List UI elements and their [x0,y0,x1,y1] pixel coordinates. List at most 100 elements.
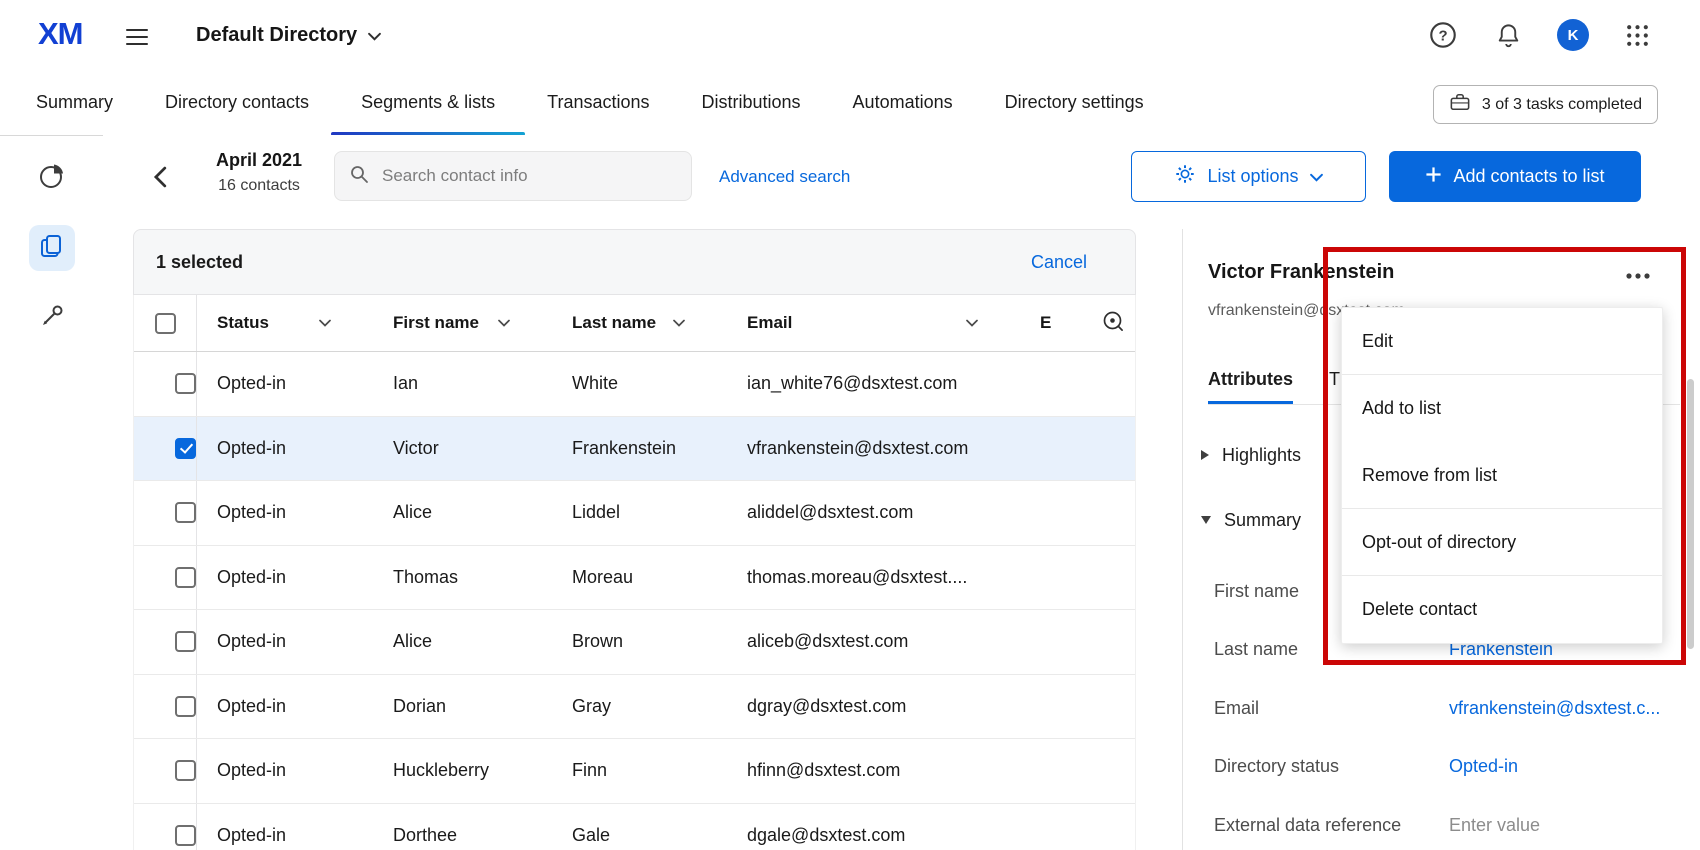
first-name-cell: Thomas [373,546,552,610]
help-icon[interactable]: ? [1427,19,1459,51]
status-cell: Opted-in [197,804,373,850]
table-row[interactable]: Opted-in Thomas Moreau thomas.moreau@dsx… [134,546,1135,611]
status-cell: Opted-in [197,610,373,674]
nav-tab[interactable]: Directory settings [979,70,1170,135]
row-checkbox[interactable] [175,825,196,846]
row-checkbox-cell [134,804,197,850]
caret-down-icon [1201,516,1211,524]
row-checkbox-cell [134,352,197,416]
search-input[interactable] [380,165,677,187]
last-name-cell: Moreau [552,546,727,610]
last-name-cell: Finn [552,739,727,803]
nav-tab[interactable]: Directory contacts [139,70,335,135]
panel-scrollbar[interactable] [1687,379,1694,649]
left-icon-rail [0,135,103,850]
row-checkbox[interactable] [175,696,196,717]
column-header-first-name[interactable]: First name [373,295,552,351]
email-cell: thomas.moreau@dsxtest.... [727,546,1020,610]
apps-grid-icon[interactable] [1623,21,1651,49]
menu-item[interactable]: Add to list [1342,375,1662,442]
caret-right-icon [1201,450,1209,460]
contact-lists-icon [38,232,66,265]
menu-item[interactable]: Edit [1342,308,1662,375]
sidebar-item-segments[interactable] [29,155,75,201]
table-row[interactable]: Opted-in Dorthee Gale dgale@dsxtest.com [134,804,1135,850]
email-cell: vfrankenstein@dsxtest.com [727,417,1020,481]
status-cell: Opted-in [197,417,373,481]
attribute-value[interactable]: Enter value [1449,815,1540,836]
last-name-cell: Frankenstein [552,417,727,481]
column-header-status[interactable]: Status [197,295,373,351]
section-highlights[interactable]: Highlights [1201,435,1301,475]
panel-tab[interactable]: Attributes [1208,347,1293,404]
menu-item[interactable]: Remove from list [1342,442,1662,509]
attribute-value[interactable]: Opted-in [1449,756,1518,777]
table-row[interactable]: Opted-in Victor Frankenstein vfrankenste… [134,417,1135,482]
nav-tab[interactable]: Distributions [676,70,827,135]
nav-tab[interactable]: Segments & lists [335,70,521,135]
last-name-cell: Gray [552,675,727,739]
chevron-down-icon [368,24,381,47]
table-row[interactable]: Opted-in Alice Liddel aliddel@dsxtest.co… [134,481,1135,546]
chevron-down-icon [1310,166,1323,187]
panel-tab[interactable]: T [1329,347,1340,404]
contacts-table-panel: 1 selected Cancel Status First name Last… [133,229,1136,850]
nav-tab[interactable]: Summary [36,70,139,135]
tasks-completed-button[interactable]: 3 of 3 tasks completed [1433,85,1658,124]
row-checkbox[interactable] [175,502,196,523]
tools-icon [38,302,66,335]
column-header-last-name[interactable]: Last name [552,295,727,351]
email-cell: aliddel@dsxtest.com [727,481,1020,545]
chevron-down-icon[interactable] [498,319,510,327]
menu-item[interactable]: Delete contact [1342,576,1662,643]
plus-icon [1425,166,1442,188]
first-name-cell: Alice [373,481,552,545]
row-checkbox-cell [134,546,197,610]
table-row[interactable]: Opted-in Ian White ian_white76@dsxtest.c… [134,352,1135,417]
cancel-selection-link[interactable]: Cancel [1031,252,1087,273]
table-row[interactable]: Opted-in Huckleberry Finn hfinn@dsxtest.… [134,739,1135,804]
row-checkbox-cell [134,675,197,739]
app-window: XM Default Directory ? K SummaryDirector… [0,0,1700,850]
list-options-button[interactable]: List options [1131,151,1366,202]
nav-tab[interactable]: Transactions [521,70,675,135]
row-checkbox[interactable] [175,438,196,459]
select-all-cell [134,295,197,351]
chevron-down-icon[interactable] [966,319,978,327]
last-name-cell: Liddel [552,481,727,545]
user-avatar[interactable]: K [1557,19,1589,51]
row-checkbox[interactable] [175,631,196,652]
directory-switcher[interactable]: Default Directory [196,0,381,70]
attribute-label: Directory status [1214,756,1449,777]
column-header-email[interactable]: Email [727,295,1020,351]
attribute-value[interactable]: vfrankenstein@dsxtest.c... [1449,698,1660,719]
chevron-down-icon[interactable] [673,319,685,327]
sidebar-item-lists[interactable] [29,225,75,271]
hamburger-menu-icon[interactable] [126,24,150,50]
row-checkbox[interactable] [175,567,196,588]
table-header-row: Status First name Last name Email E [134,295,1135,352]
row-checkbox[interactable] [175,373,196,394]
table-row[interactable]: Opted-in Dorian Gray dgray@dsxtest.com [134,675,1135,740]
sidebar-item-tools[interactable] [29,295,75,341]
xm-logo: XM [38,16,83,52]
first-name-cell: Ian [373,352,552,416]
advanced-search-link[interactable]: Advanced search [719,167,850,187]
back-button[interactable] [140,157,180,197]
select-all-checkbox[interactable] [155,313,176,334]
contact-search[interactable] [334,151,692,201]
view-columns-icon[interactable] [1101,309,1125,338]
notifications-bell-icon[interactable] [1494,21,1522,49]
section-summary[interactable]: Summary [1201,500,1301,540]
chevron-down-icon[interactable] [319,319,331,327]
directory-nav-tabs: SummaryDirectory contactsSegments & list… [0,70,1700,136]
add-contacts-button[interactable]: Add contacts to list [1389,151,1641,202]
menu-item[interactable]: Opt-out of directory [1342,509,1662,576]
nav-tab[interactable]: Automations [827,70,979,135]
column-header-extra[interactable]: E [1020,295,1135,351]
row-checkbox[interactable] [175,760,196,781]
contact-actions-menu-button[interactable] [1621,265,1655,287]
row-checkbox-cell [134,739,197,803]
table-row[interactable]: Opted-in Alice Brown aliceb@dsxtest.com [134,610,1135,675]
list-meta: April 2021 16 contacts [198,150,320,195]
